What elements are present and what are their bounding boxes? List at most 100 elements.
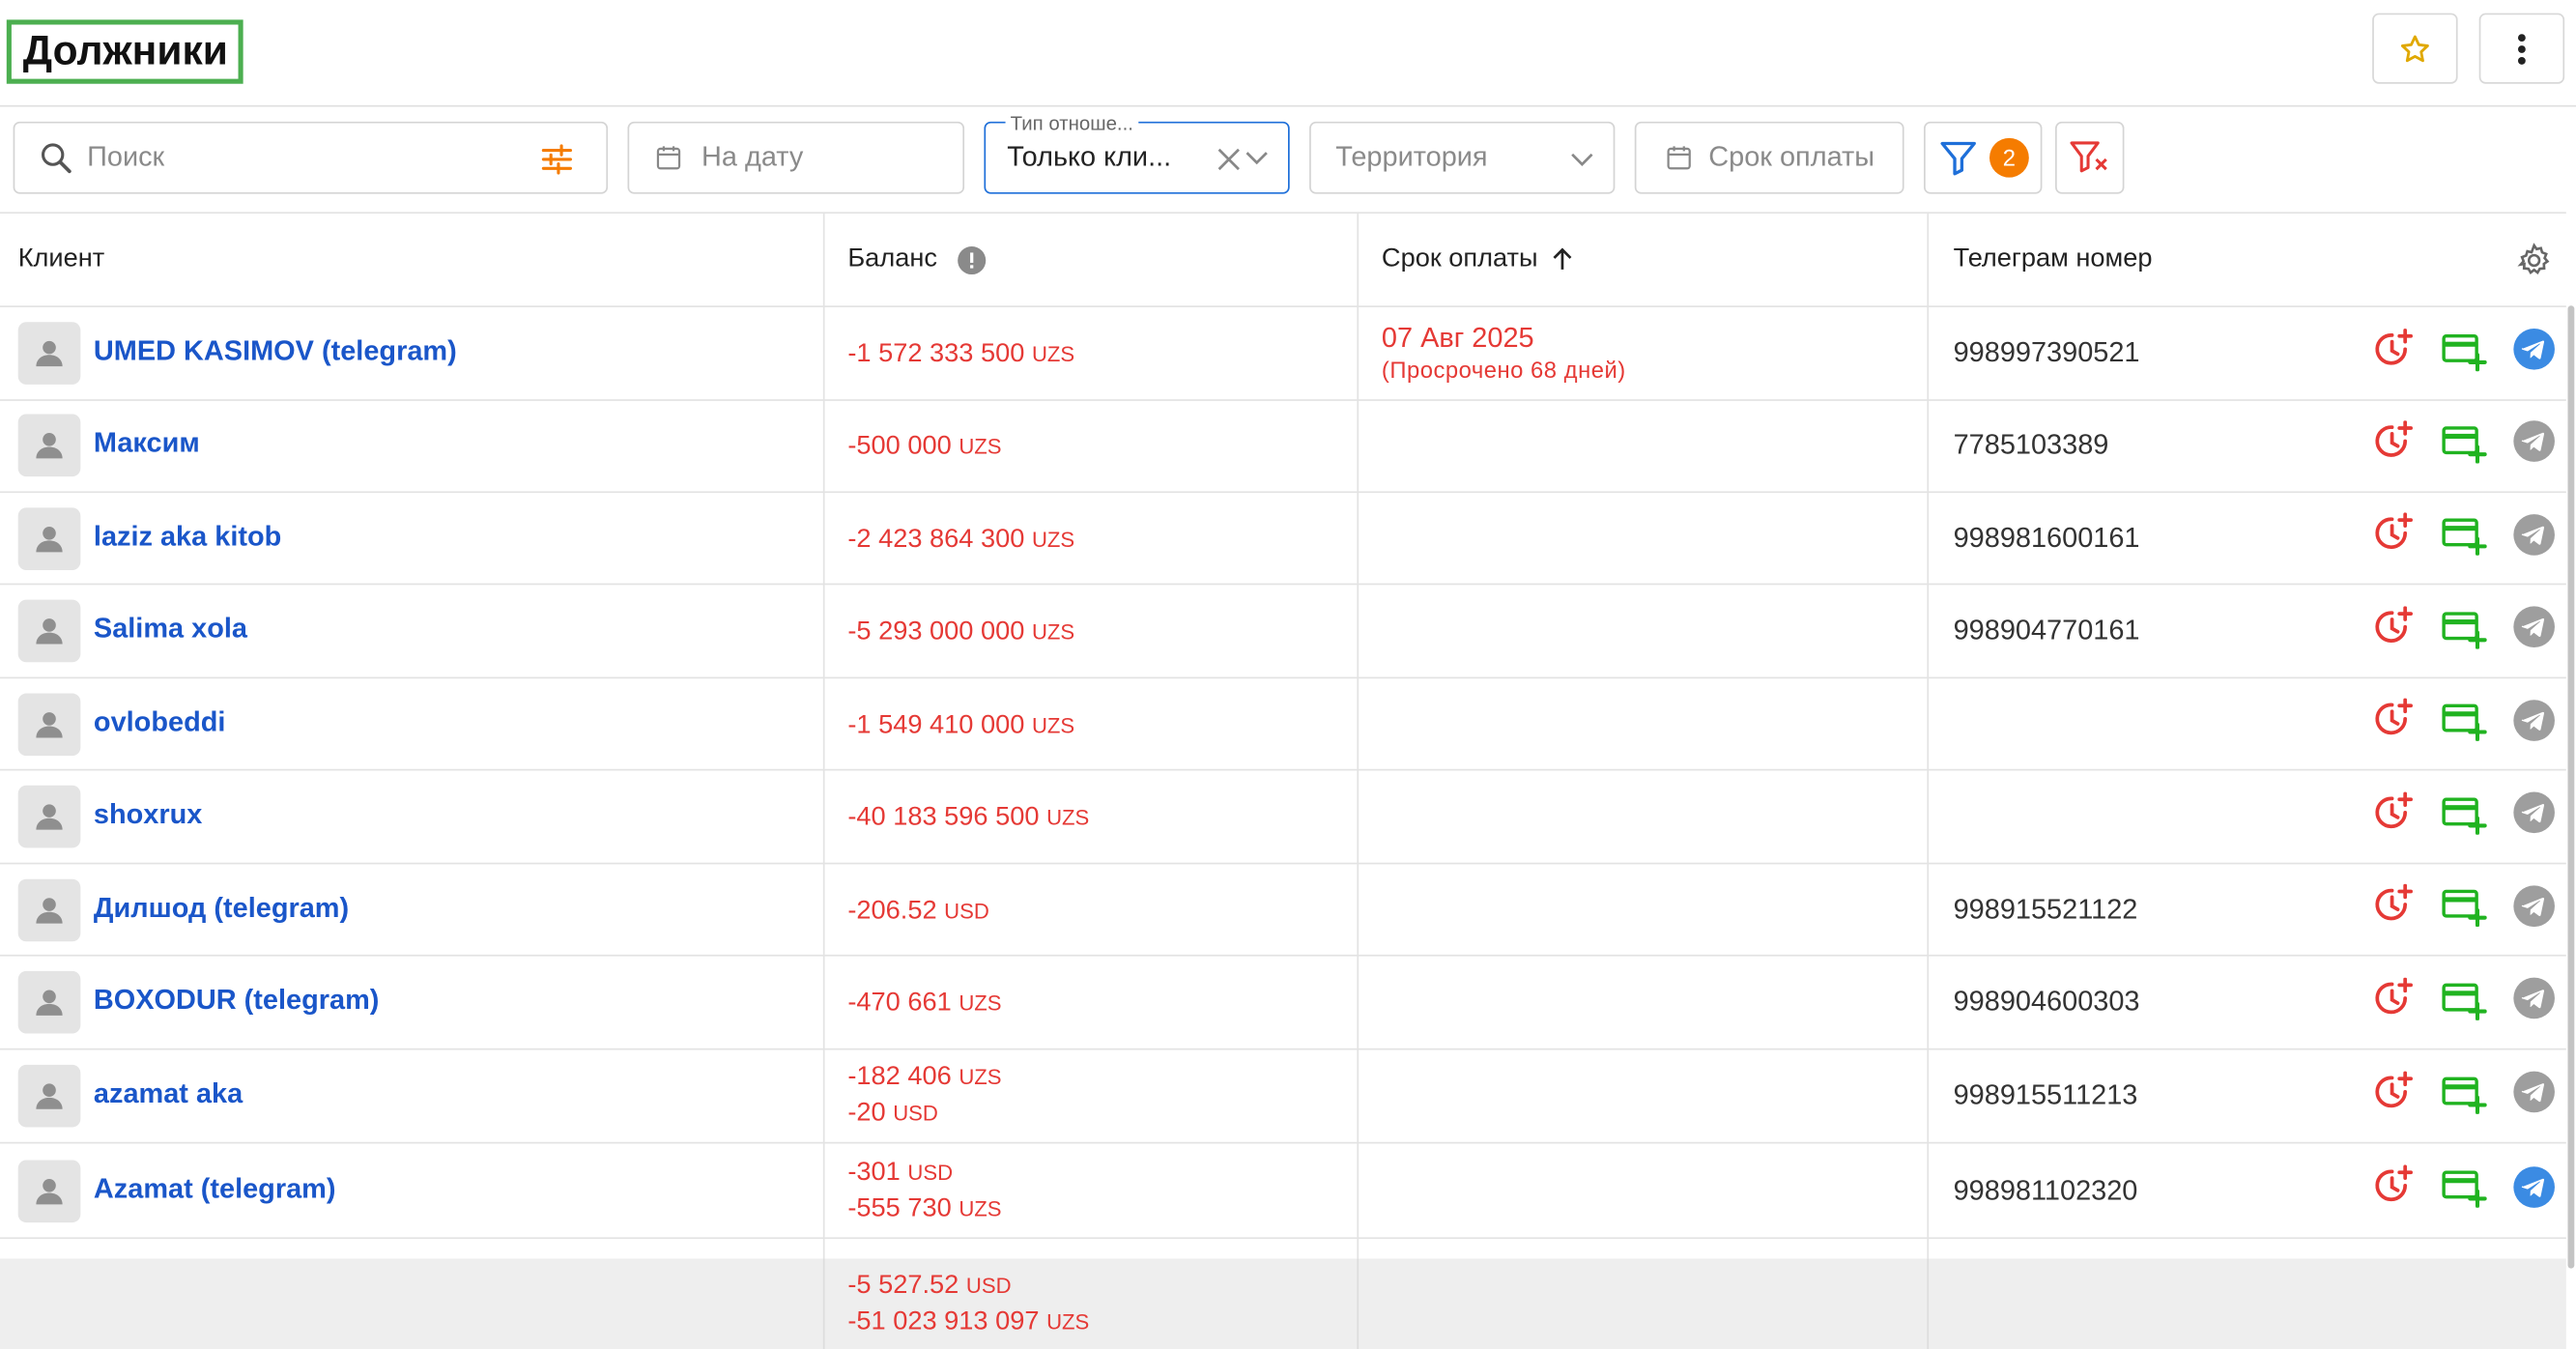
balance-line: -1 572 333 500 UZS	[847, 339, 1075, 368]
client-name-link[interactable]: ovlobeddi	[94, 705, 225, 738]
add-reminder-button[interactable]	[2370, 698, 2417, 747]
gear-icon[interactable]	[2515, 242, 2553, 279]
column-header-balance[interactable]: Баланс	[847, 214, 987, 305]
add-payment-button[interactable]	[2442, 1075, 2488, 1121]
client-name-link[interactable]: Максим	[94, 427, 200, 460]
territory-select[interactable]: Территория	[1309, 121, 1616, 194]
filter-button[interactable]: 2	[1924, 121, 2043, 194]
telegram-icon	[2511, 698, 2556, 750]
telegram-number: 7785103389	[1953, 428, 2109, 461]
add-payment-button[interactable]	[2442, 981, 2488, 1027]
add-payment-button[interactable]	[2442, 331, 2488, 378]
table-row[interactable]: BOXODUR (telegram) -470 661 UZS 9989046003…	[0, 957, 2566, 1050]
telegram-button[interactable]	[2510, 605, 2557, 657]
table-row[interactable]: Azamat (telegram) -301 USD -555 730 UZS 998…	[0, 1143, 2566, 1240]
close-icon[interactable]	[1216, 146, 1242, 172]
card-plus-icon	[2442, 331, 2488, 379]
chevron-down-icon[interactable]	[1245, 150, 1269, 166]
date-filter[interactable]: На дату	[627, 121, 965, 194]
add-reminder-button[interactable]	[2370, 605, 2417, 654]
table-row[interactable]: azamat aka -182 406 UZS -20 USD 99891551121…	[0, 1050, 2566, 1144]
add-payment-button[interactable]	[2442, 795, 2488, 842]
more-vertical-icon	[2517, 33, 2526, 64]
add-payment-button[interactable]	[2442, 703, 2488, 749]
telegram-button[interactable]	[2510, 1071, 2557, 1119]
user-icon	[36, 618, 63, 645]
footer-divider-2	[1357, 1258, 1360, 1349]
info-icon[interactable]	[957, 244, 987, 275]
star-icon	[2400, 34, 2429, 62]
favorite-button[interactable]	[2372, 13, 2458, 84]
add-payment-button[interactable]	[2442, 517, 2488, 563]
add-reminder-button[interactable]	[2370, 1070, 2417, 1122]
table-row[interactable]: UMED KASIMOV (telegram) -1 572 333 500 UZ…	[0, 307, 2566, 401]
add-reminder-button[interactable]	[2370, 1164, 2417, 1214]
chevron-down-icon	[1571, 153, 1593, 166]
clear-filter-button[interactable]	[2055, 121, 2125, 194]
table-top-border	[0, 212, 2566, 215]
client-name-link[interactable]: Azamat (telegram)	[94, 1172, 336, 1205]
relation-type-value: Только кли...	[1007, 141, 1172, 173]
add-payment-button[interactable]	[2442, 1169, 2488, 1216]
add-reminder-button[interactable]	[2370, 790, 2417, 840]
balance-cell: -206.52 USD	[847, 893, 989, 929]
avatar	[17, 785, 81, 848]
telegram-button[interactable]	[2510, 327, 2557, 379]
avatar	[17, 599, 81, 663]
table-row[interactable]: shoxrux -40 183 596 500 UZS	[0, 770, 2566, 865]
add-payment-button[interactable]	[2442, 610, 2488, 656]
avatar	[17, 506, 81, 570]
table-row[interactable]: Дилшод (telegram) -206.52 USD 998915521122	[0, 864, 2566, 957]
add-reminder-button[interactable]	[2370, 976, 2417, 1025]
add-reminder-button[interactable]	[2370, 419, 2417, 469]
client-name-link[interactable]: azamat aka	[94, 1077, 243, 1110]
client-name-link[interactable]: Дилшод (telegram)	[94, 891, 349, 924]
add-payment-button[interactable]	[2442, 888, 2488, 934]
balance-cell: -470 661 UZS	[847, 986, 1001, 1021]
telegram-button[interactable]	[2510, 513, 2557, 561]
card-plus-icon	[2442, 702, 2488, 749]
relation-type-select[interactable]: Тип отноше... Только кли...	[984, 111, 1290, 194]
client-name-link[interactable]: Salima xola	[94, 613, 247, 646]
client-name-link[interactable]: shoxrux	[94, 798, 202, 831]
add-reminder-button[interactable]	[2370, 512, 2417, 561]
table-row[interactable]: Salima xola -5 293 000 000 UZS 99890477016…	[0, 585, 2566, 679]
user-icon	[36, 897, 63, 923]
clock-plus-icon	[2372, 1070, 2415, 1122]
card-plus-icon	[2442, 1074, 2488, 1121]
search-box[interactable]: Поиск	[13, 121, 609, 194]
telegram-button[interactable]	[2510, 884, 2557, 933]
user-icon	[36, 526, 63, 552]
more-button[interactable]	[2478, 13, 2565, 84]
telegram-icon	[2511, 976, 2556, 1028]
telegram-icon	[2511, 327, 2556, 379]
add-payment-button[interactable]	[2442, 424, 2488, 471]
column-header-telegram[interactable]: Телеграм номер	[1954, 214, 2153, 305]
column-header-client[interactable]: Клиент	[18, 214, 105, 305]
avatar	[17, 322, 81, 385]
telegram-button[interactable]	[2510, 976, 2557, 1028]
table-row[interactable]: Максим -500 000 UZS 7785103389	[0, 399, 2566, 494]
table-row[interactable]: ovlobeddi -1 549 410 000 UZS	[0, 678, 2566, 771]
balance-line: -1 549 410 000 UZS	[847, 710, 1075, 739]
add-reminder-button[interactable]	[2370, 328, 2417, 377]
balance-line: -182 406 UZS	[847, 1063, 1002, 1092]
sliders-icon[interactable]	[539, 141, 575, 177]
balance-cell: -301 USD -555 730 UZS	[847, 1155, 1001, 1227]
table-scrollbar[interactable]	[2567, 305, 2575, 1269]
telegram-icon	[2511, 605, 2556, 657]
table-row[interactable]: laziz aka kitob -2 423 864 300 UZS 9989816…	[0, 493, 2566, 586]
telegram-number: 998904600303	[1953, 986, 2140, 1018]
telegram-button[interactable]	[2510, 791, 2557, 840]
telegram-button[interactable]	[2510, 1165, 2557, 1214]
client-name-link[interactable]: BOXODUR (telegram)	[94, 985, 380, 1018]
telegram-button[interactable]	[2510, 420, 2557, 469]
calendar-icon	[656, 146, 681, 170]
telegram-button[interactable]	[2510, 698, 2557, 750]
client-name-link[interactable]: UMED KASIMOV (telegram)	[94, 335, 457, 368]
client-name-link[interactable]: laziz aka kitob	[94, 520, 281, 553]
add-reminder-button[interactable]	[2370, 883, 2417, 933]
column-header-due[interactable]: Срок оплаты	[1382, 214, 1574, 305]
footer-divider-3	[1927, 1258, 1930, 1349]
payment-term-filter[interactable]: Срок оплаты	[1634, 121, 1904, 194]
